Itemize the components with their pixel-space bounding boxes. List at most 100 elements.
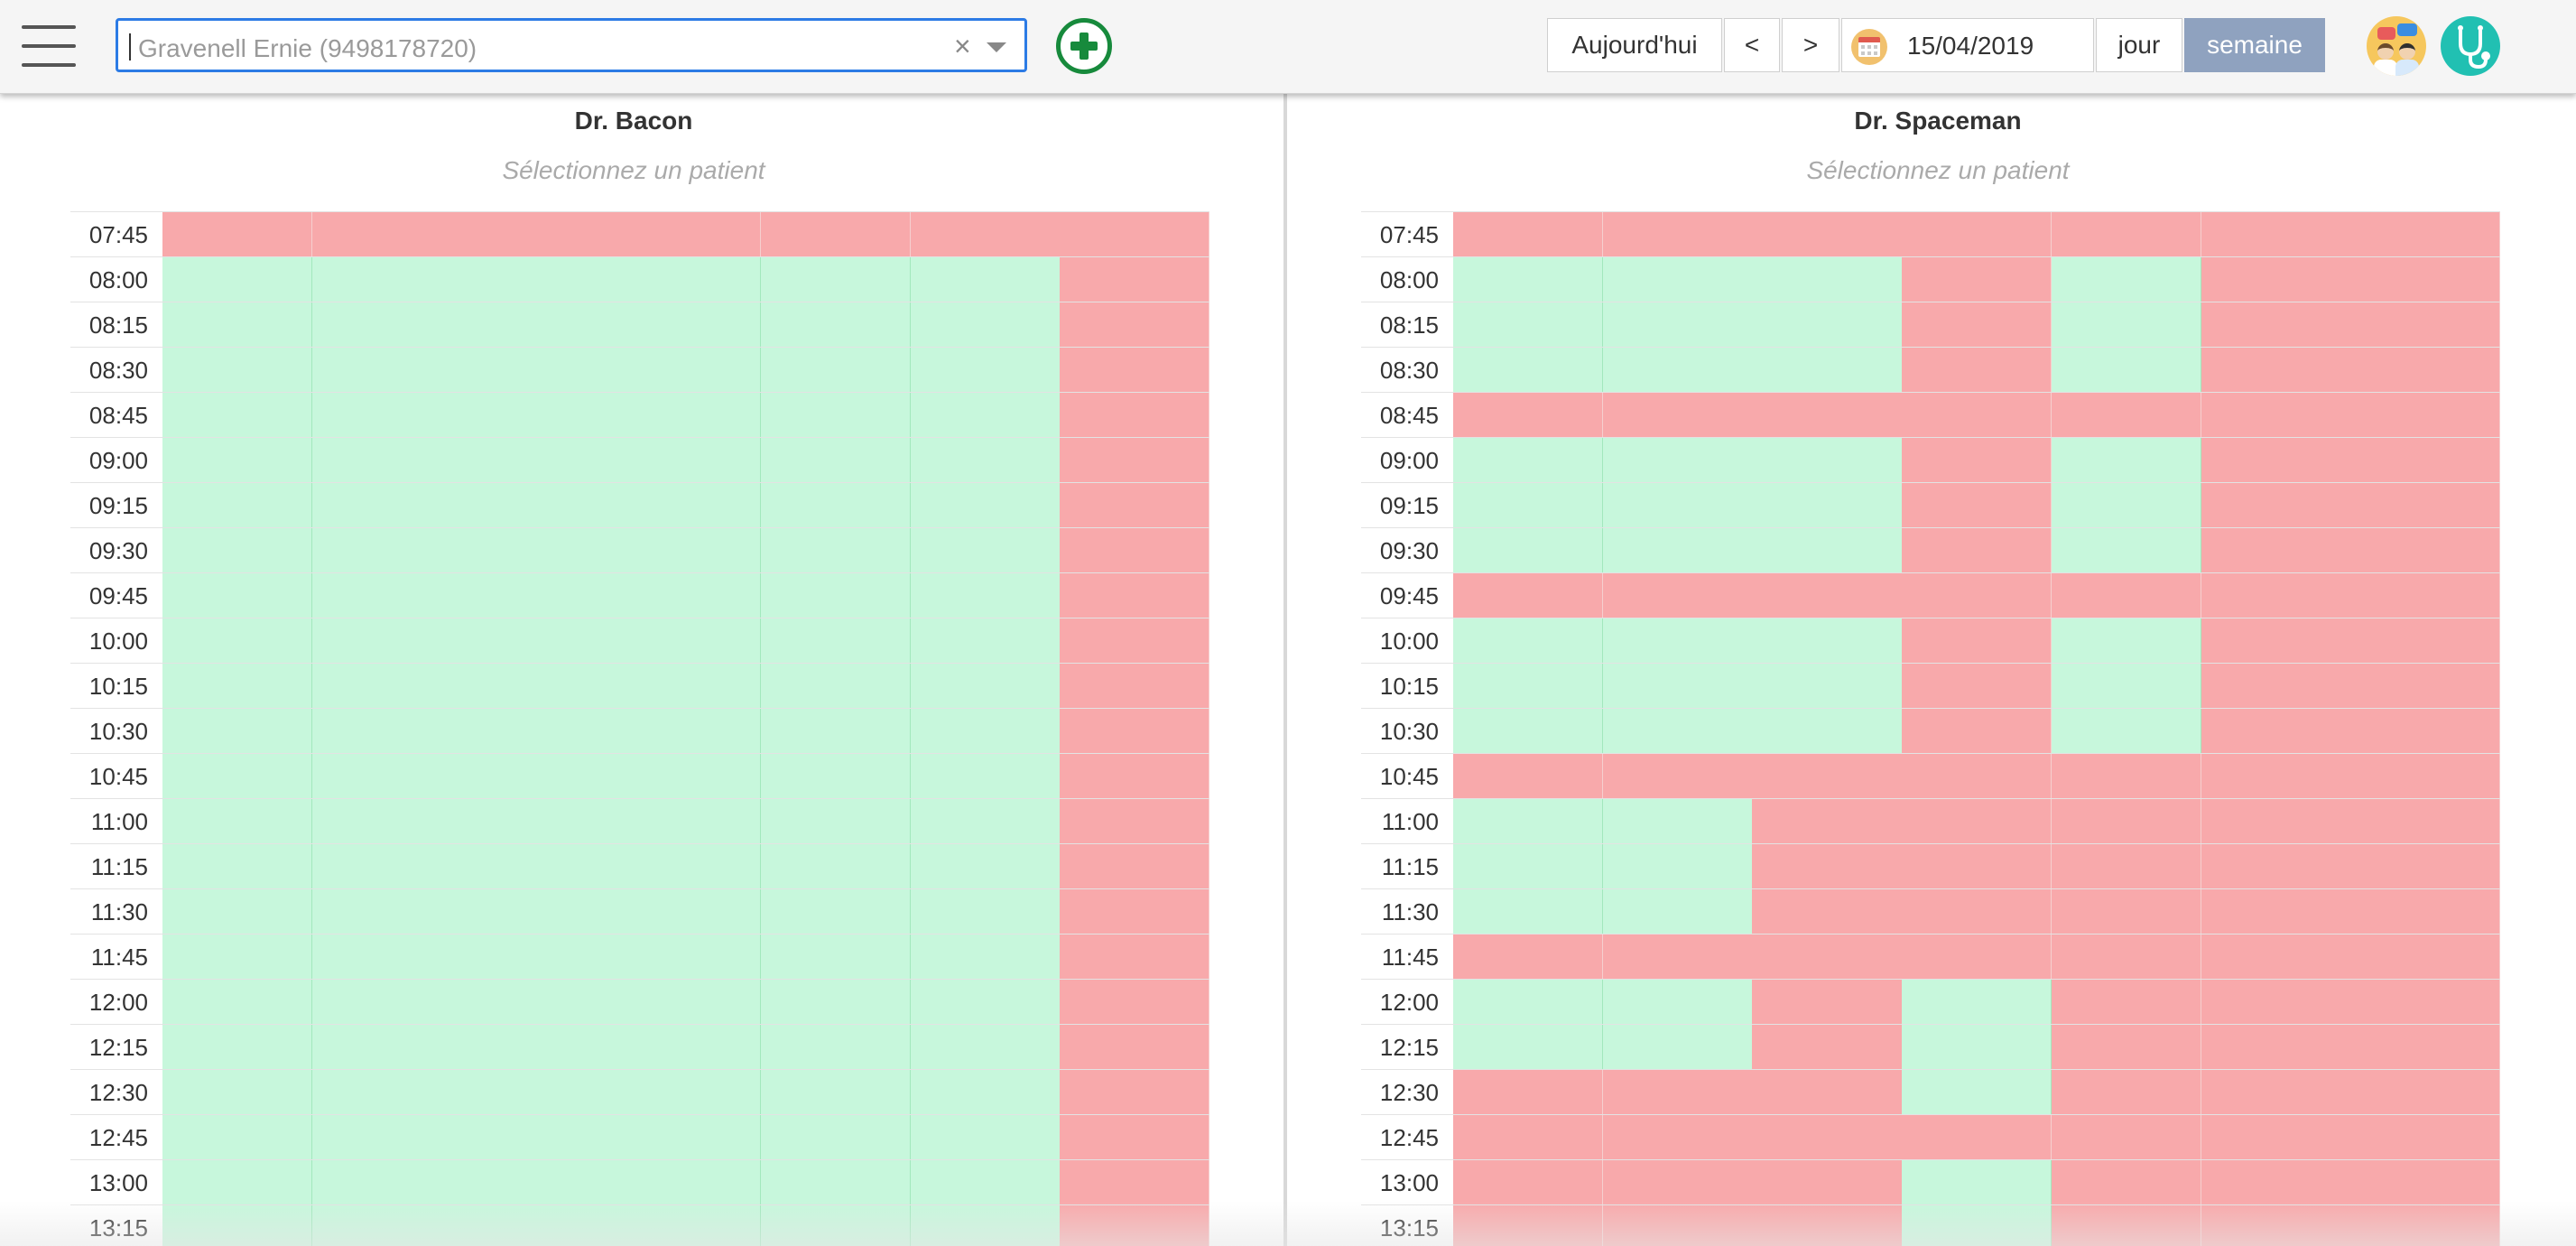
patient-search-select[interactable]: Gravenell Ernie (9498178720) × — [116, 18, 1027, 72]
available-slot[interactable] — [910, 573, 1061, 618]
available-slot[interactable] — [760, 483, 912, 528]
available-slot[interactable] — [611, 348, 762, 393]
available-slot[interactable] — [1453, 980, 1604, 1025]
available-slot[interactable] — [760, 754, 912, 799]
available-slot[interactable] — [1602, 257, 1753, 302]
available-slot[interactable] — [611, 393, 762, 438]
available-slot[interactable] — [910, 618, 1061, 664]
available-slot[interactable] — [1602, 302, 1753, 348]
available-slot[interactable] — [311, 1115, 462, 1160]
doctors-avatar-icon[interactable] — [2367, 16, 2426, 76]
clear-selection-icon[interactable]: × — [954, 30, 971, 63]
available-slot[interactable] — [461, 980, 612, 1025]
available-slot[interactable] — [611, 980, 762, 1025]
available-slot[interactable] — [1752, 528, 1903, 573]
available-slot[interactable] — [1902, 1160, 2052, 1205]
available-slot[interactable] — [311, 257, 462, 302]
available-slot[interactable] — [1752, 257, 1903, 302]
available-slot[interactable] — [1453, 799, 1604, 844]
available-slot[interactable] — [311, 438, 462, 483]
available-slot[interactable] — [611, 934, 762, 980]
available-slot[interactable] — [1902, 1025, 2052, 1070]
available-slot[interactable] — [1902, 980, 2052, 1025]
available-slot[interactable] — [162, 302, 313, 348]
available-slot[interactable] — [2051, 664, 2202, 709]
available-slot[interactable] — [162, 618, 313, 664]
available-slot[interactable] — [760, 934, 912, 980]
available-slot[interactable] — [760, 1160, 912, 1205]
available-slot[interactable] — [461, 618, 612, 664]
available-slot[interactable] — [760, 799, 912, 844]
available-slot[interactable] — [2051, 438, 2202, 483]
available-slot[interactable] — [162, 1025, 313, 1070]
available-slot[interactable] — [611, 573, 762, 618]
available-slot[interactable] — [461, 573, 612, 618]
available-slot[interactable] — [162, 664, 313, 709]
available-slot[interactable] — [1453, 257, 1604, 302]
available-slot[interactable] — [461, 302, 612, 348]
available-slot[interactable] — [461, 844, 612, 889]
available-slot[interactable] — [2051, 709, 2202, 754]
available-slot[interactable] — [1752, 302, 1903, 348]
available-slot[interactable] — [760, 1115, 912, 1160]
available-slot[interactable] — [1752, 438, 1903, 483]
available-slot[interactable] — [910, 348, 1061, 393]
available-slot[interactable] — [611, 799, 762, 844]
available-slot[interactable] — [461, 934, 612, 980]
available-slot[interactable] — [461, 1070, 612, 1115]
available-slot[interactable] — [611, 302, 762, 348]
available-slot[interactable] — [162, 844, 313, 889]
available-slot[interactable] — [910, 1205, 1061, 1246]
available-slot[interactable] — [311, 1160, 462, 1205]
available-slot[interactable] — [611, 1025, 762, 1070]
available-slot[interactable] — [910, 483, 1061, 528]
available-slot[interactable] — [311, 528, 462, 573]
available-slot[interactable] — [611, 664, 762, 709]
available-slot[interactable] — [461, 1115, 612, 1160]
available-slot[interactable] — [760, 348, 912, 393]
available-slot[interactable] — [162, 934, 313, 980]
available-slot[interactable] — [910, 709, 1061, 754]
available-slot[interactable] — [611, 1160, 762, 1205]
available-slot[interactable] — [760, 257, 912, 302]
available-slot[interactable] — [311, 1070, 462, 1115]
available-slot[interactable] — [1453, 1025, 1604, 1070]
available-slot[interactable] — [461, 1205, 612, 1246]
stethoscope-icon[interactable] — [2441, 16, 2500, 76]
available-slot[interactable] — [162, 483, 313, 528]
available-slot[interactable] — [760, 980, 912, 1025]
available-slot[interactable] — [910, 302, 1061, 348]
available-slot[interactable] — [461, 799, 612, 844]
available-slot[interactable] — [910, 528, 1061, 573]
available-slot[interactable] — [760, 1070, 912, 1115]
available-slot[interactable] — [1602, 664, 1753, 709]
available-slot[interactable] — [1453, 844, 1604, 889]
add-patient-plus-icon[interactable] — [1056, 18, 1112, 74]
available-slot[interactable] — [311, 664, 462, 709]
available-slot[interactable] — [461, 664, 612, 709]
available-slot[interactable] — [1752, 348, 1903, 393]
available-slot[interactable] — [1453, 618, 1604, 664]
available-slot[interactable] — [1453, 348, 1604, 393]
available-slot[interactable] — [760, 393, 912, 438]
available-slot[interactable] — [311, 618, 462, 664]
available-slot[interactable] — [910, 438, 1061, 483]
available-slot[interactable] — [1902, 1205, 2052, 1246]
available-slot[interactable] — [1602, 618, 1753, 664]
available-slot[interactable] — [461, 483, 612, 528]
available-slot[interactable] — [311, 302, 462, 348]
available-slot[interactable] — [162, 257, 313, 302]
available-slot[interactable] — [1602, 844, 1753, 889]
available-slot[interactable] — [611, 257, 762, 302]
available-slot[interactable] — [1602, 889, 1753, 934]
available-slot[interactable] — [760, 618, 912, 664]
available-slot[interactable] — [910, 799, 1061, 844]
available-slot[interactable] — [1453, 889, 1604, 934]
available-slot[interactable] — [311, 483, 462, 528]
available-slot[interactable] — [760, 889, 912, 934]
available-slot[interactable] — [910, 844, 1061, 889]
available-slot[interactable] — [2051, 528, 2202, 573]
hamburger-menu-icon[interactable] — [22, 23, 76, 69]
available-slot[interactable] — [1752, 709, 1903, 754]
available-slot[interactable] — [311, 573, 462, 618]
